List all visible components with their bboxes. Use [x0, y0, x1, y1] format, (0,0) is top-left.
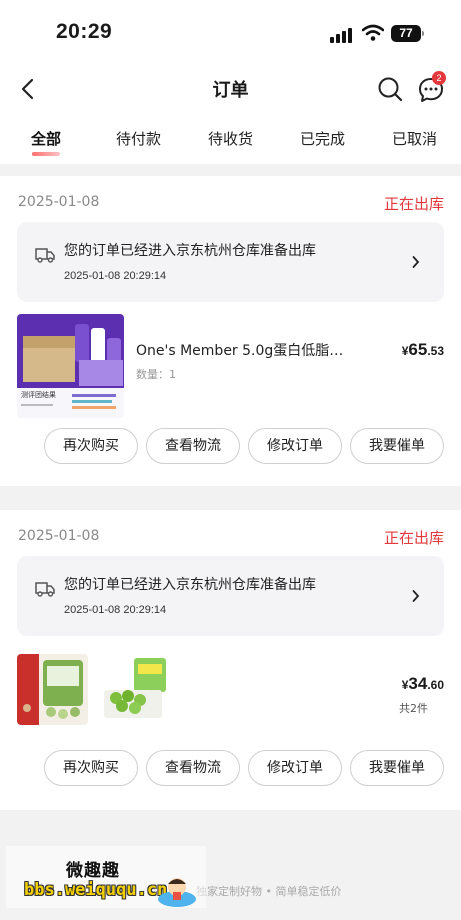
- logistics-box[interactable]: 您的订单已经进入京东杭州仓库准备出库 2025-01-08 20:29:14: [17, 222, 444, 302]
- tab-completed[interactable]: 已完成: [300, 128, 345, 149]
- watermark: 微趣趣 bbs.weiququ.cn: [6, 846, 206, 908]
- buy-again-button[interactable]: 再次购买: [44, 750, 138, 786]
- order-actions: 再次购买 查看物流 修改订单 我要催单: [0, 750, 461, 786]
- product-thumbnail[interactable]: 测评团结果: [17, 314, 124, 418]
- thumbnail-caption: 测评团结果: [21, 391, 56, 399]
- tab-all[interactable]: 全部: [31, 128, 61, 149]
- footer-slogan: 独家定制好物 • 简单稳定低价: [196, 885, 342, 898]
- tab-pending-receipt[interactable]: 待收货: [208, 128, 253, 149]
- message-badge: 2: [432, 71, 446, 85]
- tab-cancelled[interactable]: 已取消: [392, 128, 437, 149]
- order-status: 正在出库: [383, 195, 444, 213]
- order-tabs: 全部 待付款 待收货 已完成 已取消: [0, 114, 461, 164]
- header: 订单 2: [0, 64, 461, 114]
- mascot-icon: [158, 878, 196, 907]
- status-time: 20:29: [56, 20, 113, 43]
- urge-order-button[interactable]: 我要催单: [350, 428, 444, 464]
- product-thumbnail[interactable]: [98, 654, 169, 725]
- product-image: [17, 654, 88, 725]
- order-actions: 再次购买 查看物流 修改订单 我要催单: [0, 428, 461, 464]
- modify-order-button[interactable]: 修改订单: [248, 750, 342, 786]
- tab-indicator: [32, 152, 60, 156]
- search-icon[interactable]: [376, 75, 404, 103]
- logistics-text: 您的订单已经进入京东杭州仓库准备出库: [64, 577, 316, 593]
- logistics-box[interactable]: 您的订单已经进入京东杭州仓库准备出库 2025-01-08 20:29:14: [17, 556, 444, 636]
- price-integer: 34: [408, 674, 428, 693]
- battery-tip: [422, 31, 424, 36]
- price-integer: 65: [408, 340, 428, 359]
- price-decimal: .53: [427, 344, 444, 358]
- product-image: [98, 654, 169, 725]
- product-thumbnail[interactable]: [17, 654, 88, 725]
- view-logistics-button[interactable]: 查看物流: [146, 750, 240, 786]
- buy-again-button[interactable]: 再次购买: [44, 428, 138, 464]
- battery-indicator: 77: [391, 25, 421, 42]
- order-card[interactable]: 2025-01-08 正在出库 您的订单已经进入京东杭州仓库准备出库 2025-…: [0, 510, 461, 810]
- modify-order-button[interactable]: 修改订单: [248, 428, 342, 464]
- watermark-title: 微趣趣: [66, 861, 120, 881]
- view-logistics-button[interactable]: 查看物流: [146, 428, 240, 464]
- order-price: ¥65.53: [402, 340, 444, 360]
- order-date: 2025-01-08: [18, 528, 100, 544]
- chevron-right-icon: [412, 256, 420, 268]
- product-quantity: 数量：1: [136, 368, 176, 381]
- logistics-text: 您的订单已经进入京东杭州仓库准备出库: [64, 243, 316, 259]
- chevron-right-icon: [412, 590, 420, 602]
- order-date: 2025-01-08: [18, 194, 100, 210]
- tab-pending-payment[interactable]: 待付款: [116, 128, 161, 149]
- wifi-icon: [362, 24, 384, 41]
- order-price: ¥34.60: [402, 674, 444, 694]
- truck-icon: [35, 582, 55, 597]
- truck-icon: [35, 248, 55, 263]
- logistics-time: 2025-01-08 20:29:14: [64, 270, 167, 282]
- logistics-time: 2025-01-08 20:29:14: [64, 604, 167, 616]
- item-count: 共2件: [399, 702, 428, 715]
- order-card[interactable]: 2025-01-08 正在出库 您的订单已经进入京东杭州仓库准备出库 2025-…: [0, 176, 461, 486]
- signal-icon: [330, 27, 354, 43]
- price-decimal: .60: [427, 678, 444, 692]
- order-status: 正在出库: [383, 529, 444, 547]
- product-image: [17, 314, 124, 418]
- status-bar: 20:29 77: [0, 0, 461, 64]
- watermark-url: bbs.weiququ.cn: [24, 880, 168, 900]
- product-name[interactable]: One's Member 5.0g蛋白低脂牛...: [136, 340, 356, 360]
- urge-order-button[interactable]: 我要催单: [350, 750, 444, 786]
